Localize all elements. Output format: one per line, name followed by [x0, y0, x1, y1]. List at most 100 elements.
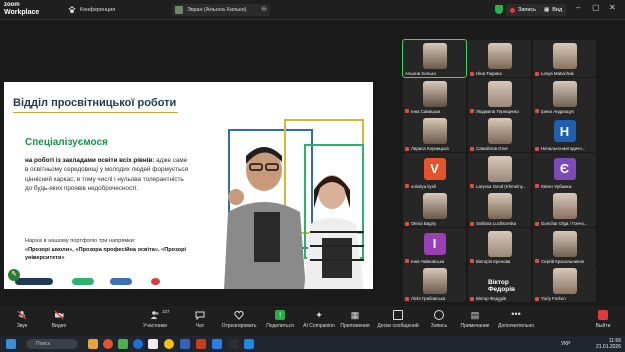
store-icon[interactable]	[148, 339, 158, 349]
annotate-button[interactable]: ✎	[8, 269, 20, 281]
windows-start-icon[interactable]	[6, 339, 16, 349]
tab-screen-share[interactable]: Экран (Альона Хилько) ⊖	[172, 4, 270, 16]
participant-name: Лариса Корницька	[411, 146, 449, 151]
participant-tile[interactable]: І Інна Чайковська	[403, 227, 466, 265]
participant-name: Вікторія Кренова	[476, 258, 511, 264]
chrome-icon[interactable]	[164, 339, 174, 349]
word-icon[interactable]	[180, 339, 190, 349]
participant-tile[interactable]: Лілія Грабовська	[403, 265, 466, 302]
participant-tile[interactable]: Інна Савицька	[403, 77, 466, 115]
participant-tile[interactable]: Ірина Андрощук	[533, 77, 596, 115]
participant-tile[interactable]: Ніна Тюрина	[468, 40, 531, 77]
slide-description: на роботі із закладами освіти всіх рівні…	[25, 156, 190, 193]
firefox-icon[interactable]	[103, 339, 113, 349]
mic-muted-icon	[405, 259, 409, 263]
leave-button[interactable]: Выйти	[581, 310, 625, 329]
record-indicator[interactable]: Запись	[506, 4, 541, 16]
participant-caption: Людмила Терещенко	[470, 109, 519, 114]
participant-caption: Olena Bagriy	[405, 221, 436, 226]
share-button[interactable]: ↑ Поделиться	[258, 310, 302, 329]
participant-video-thumbnail	[552, 80, 577, 107]
video-label: Видео	[51, 323, 67, 329]
record-dot-icon	[510, 7, 515, 13]
participant-name: Начально-методичн...	[541, 146, 586, 151]
apps-button[interactable]: ▦ Приложения	[333, 310, 377, 329]
participant-tile[interactable]: Laryssa Ovod (Khmelny...	[468, 152, 531, 190]
chat-button[interactable]: Чат	[178, 310, 222, 329]
edge-icon[interactable]	[133, 339, 143, 349]
participant-name: Інна Чайковська	[411, 258, 445, 264]
participant-tile[interactable]: Вікторія Кренова	[468, 227, 531, 265]
clock[interactable]: 11:56 21.01.2026	[596, 338, 621, 350]
participant-tile[interactable]: Сергій Красильников	[533, 227, 596, 265]
meeting-toolbar: Звук Видео 107 Участники Чат Отреагирова…	[0, 306, 625, 336]
participant-name: Gonchar Olga / Гонча...	[541, 221, 588, 226]
portfolio-lines: «Прозорі школи», «Прозора професійна осв…	[25, 246, 187, 262]
notes-button[interactable]: ▤ Примечание	[453, 310, 497, 329]
react-button[interactable]: Отреагировать	[217, 310, 261, 329]
mic-muted-icon	[470, 221, 474, 226]
brand-line1: zoom	[4, 2, 20, 8]
video-button[interactable]: Видео	[37, 310, 81, 329]
slide-subtitle: Спеціалізуємося	[25, 137, 108, 148]
language-indicator[interactable]: УКР	[561, 341, 570, 347]
desc-bold: на роботі із закладами освіти всіх рівні…	[25, 157, 155, 164]
participant-tile[interactable]: Лариса Корницька	[403, 115, 466, 152]
participant-video-thumbnail	[552, 43, 577, 69]
students-photo	[224, 147, 364, 289]
mic-muted-icon	[405, 221, 409, 226]
app-icon-2[interactable]	[228, 339, 238, 349]
participant-name: volodya kysil	[411, 183, 436, 189]
participant-tile[interactable]: Vvolodya kysil	[403, 152, 466, 190]
participant-video-thumbnail	[422, 80, 447, 107]
more-button[interactable]: ••• Дополнительно	[494, 309, 538, 330]
app-icon[interactable]	[118, 339, 128, 349]
participants-button[interactable]: 107 Участники	[133, 309, 177, 329]
participant-tile[interactable]: Людмила Терещенко	[468, 77, 531, 115]
window-close-icon[interactable]: ✕	[609, 3, 616, 12]
participant-name: Yuriy Forkun	[541, 296, 566, 301]
maximize-icon[interactable]: ▢	[592, 3, 600, 12]
participant-name: Інна Савицька	[411, 108, 441, 114]
participant-tile[interactable]: Є Євген Урбанюк	[533, 152, 596, 190]
tab-conference[interactable]: Конференция	[68, 4, 115, 16]
participant-video-thumbnail	[552, 268, 577, 294]
participant-tile[interactable]: Lesya Matvichuk	[533, 40, 596, 77]
minimize-icon[interactable]: –	[576, 3, 580, 12]
clock-date: 21.01.2026	[595, 344, 621, 350]
participant-name-large: Віктор Федорів	[488, 279, 516, 293]
gallery-pager-down-icon[interactable]: ⌄	[497, 297, 502, 304]
people-icon	[150, 311, 159, 319]
participant-tile[interactable]: Yuriy Forkun	[533, 265, 596, 302]
participant-tile[interactable]: Gonchar Olga / Гонча...	[533, 190, 596, 227]
more-dots-icon: •••	[511, 309, 521, 319]
participant-tile[interactable]: Svitlana Luchkovska	[468, 190, 531, 227]
participant-name: Євген Урбанюк	[541, 183, 572, 189]
participant-caption: Начально-методичн...	[535, 146, 585, 151]
participant-tile[interactable]: Н Начально-методичн...	[533, 115, 596, 152]
participant-tile[interactable]: Самойлов Олег	[468, 115, 531, 152]
whiteboards-button[interactable]: Доски сообщений	[376, 310, 420, 329]
mic-muted-icon	[405, 296, 409, 301]
participant-name: Olena Bagriy	[411, 221, 437, 226]
windows-taskbar: Поиск УКР 11:56 21.01.2026	[0, 336, 625, 352]
participant-caption: Lesya Matvichuk	[535, 71, 574, 76]
view-button[interactable]: ▦ Вид	[540, 4, 567, 16]
participant-name: Lesya Matvichuk	[541, 71, 574, 76]
app-icon-3[interactable]	[244, 339, 254, 349]
mic-muted-icon	[470, 296, 474, 301]
participant-caption: Самойлов Олег	[470, 146, 508, 151]
chat-label: Чат	[195, 323, 205, 329]
file-explorer-icon[interactable]	[88, 339, 98, 349]
shared-screen-area: Відділ просвітницької роботи Спеціалізує…	[0, 20, 400, 292]
participant-caption: Альона Хилько	[405, 71, 436, 76]
zoom-taskbar-icon[interactable]	[212, 339, 222, 349]
shield-icon[interactable]	[495, 5, 503, 14]
taskbar-search[interactable]: Поиск	[26, 339, 78, 349]
close-icon[interactable]: ⊖	[261, 5, 267, 13]
react-label: Отреагировать	[221, 323, 257, 329]
powerpoint-icon[interactable]	[196, 339, 206, 349]
participant-tile[interactable]: Olena Bagriy	[403, 190, 466, 227]
participant-tile[interactable]: Альона Хилько	[402, 39, 467, 78]
apps-grid-icon: ▦	[350, 310, 360, 320]
